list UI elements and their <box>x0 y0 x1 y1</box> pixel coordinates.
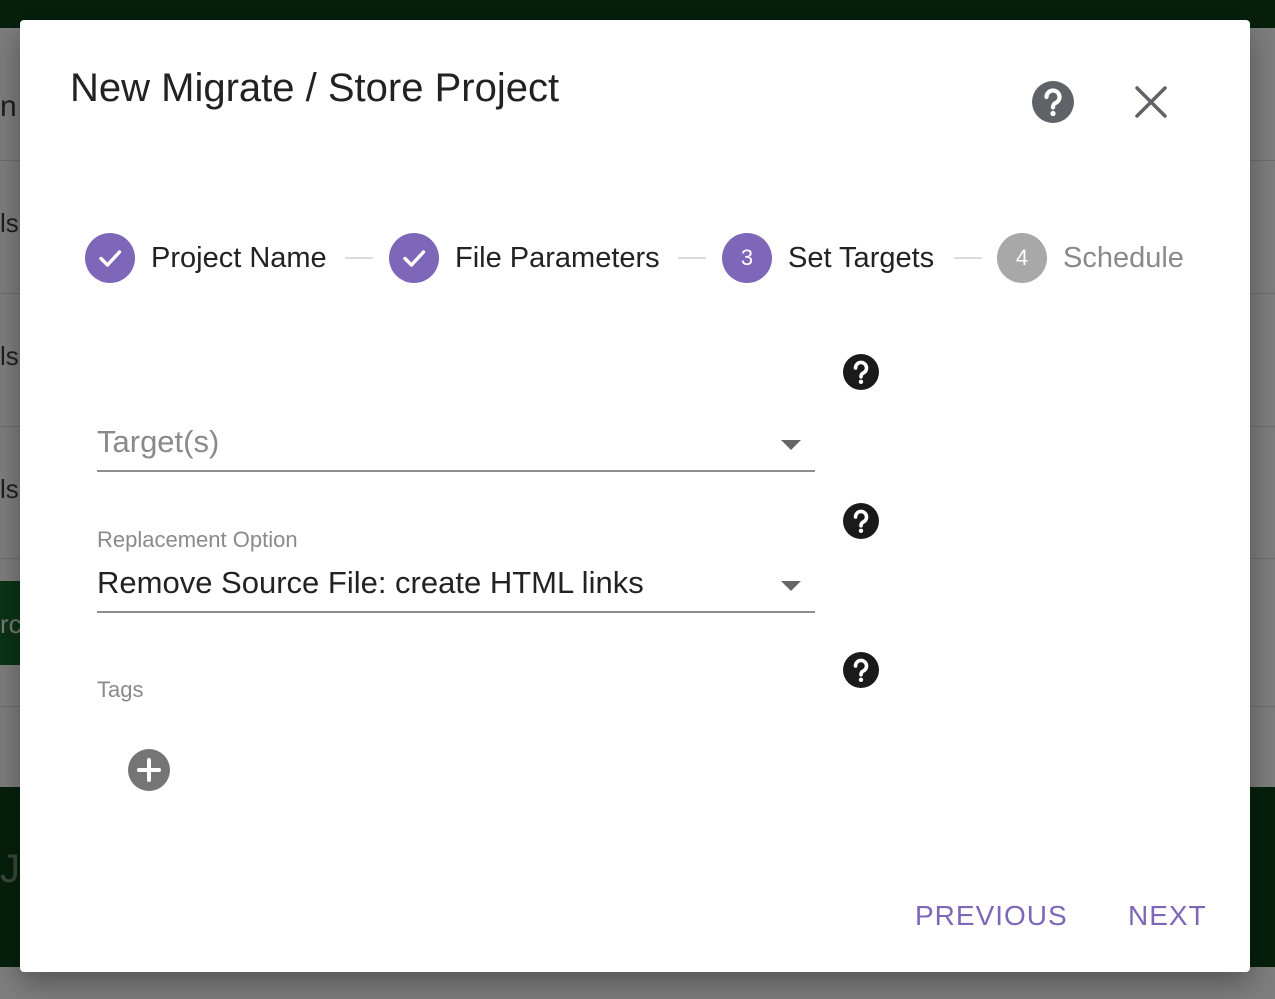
targets-select-field[interactable]: Target(s) <box>97 420 815 472</box>
tags-field: Tags <box>97 677 815 703</box>
step-number-badge: 4 <box>997 233 1047 283</box>
help-circle-icon[interactable] <box>843 652 879 688</box>
next-button[interactable]: NEXT <box>1128 900 1207 932</box>
targets-select[interactable]: Target(s) <box>97 420 815 472</box>
add-circle-icon[interactable] <box>128 749 170 791</box>
help-circle-icon[interactable] <box>1032 81 1074 123</box>
background-row-text: ls <box>0 474 19 504</box>
step-schedule[interactable]: 4 Schedule <box>997 233 1184 283</box>
new-project-dialog: New Migrate / Store Project Project Name… <box>20 20 1250 972</box>
step-set-targets[interactable]: 3 Set Targets <box>722 233 934 283</box>
replacement-option-field[interactable]: Remove Source File: create HTML links <box>97 561 815 613</box>
step-connector <box>345 257 373 259</box>
replacement-option-value: Remove Source File: create HTML links <box>97 565 644 600</box>
background-button-text: rc <box>0 609 22 639</box>
replacement-option-label: Replacement Option <box>97 527 298 552</box>
help-circle-icon[interactable] <box>843 354 879 390</box>
step-label: File Parameters <box>455 241 660 274</box>
background-row-text: ls <box>0 208 19 238</box>
step-connector <box>954 257 982 259</box>
step-number-badge: 3 <box>722 233 772 283</box>
replacement-option-select[interactable]: Replacement Option Remove Source File: c… <box>97 527 815 613</box>
step-project-name[interactable]: Project Name <box>85 233 327 283</box>
step-label: Set Targets <box>788 241 935 274</box>
check-icon <box>389 233 439 283</box>
tags-label: Tags <box>97 677 144 702</box>
help-circle-icon[interactable] <box>843 503 879 539</box>
background-row-text: ls <box>0 341 19 371</box>
targets-placeholder: Target(s) <box>97 424 220 459</box>
dropdown-arrow-icon <box>781 440 801 450</box>
step-file-parameters[interactable]: File Parameters <box>389 233 660 283</box>
dialog-title: New Migrate / Store Project <box>70 66 560 110</box>
step-label: Schedule <box>1063 241 1184 274</box>
close-icon[interactable] <box>1130 81 1172 123</box>
step-label: Project Name <box>151 241 327 274</box>
dropdown-arrow-icon <box>781 581 801 591</box>
check-icon <box>85 233 135 283</box>
step-connector <box>678 257 706 259</box>
background-row-text: n <box>0 90 17 123</box>
previous-button[interactable]: PREVIOUS <box>915 900 1068 932</box>
